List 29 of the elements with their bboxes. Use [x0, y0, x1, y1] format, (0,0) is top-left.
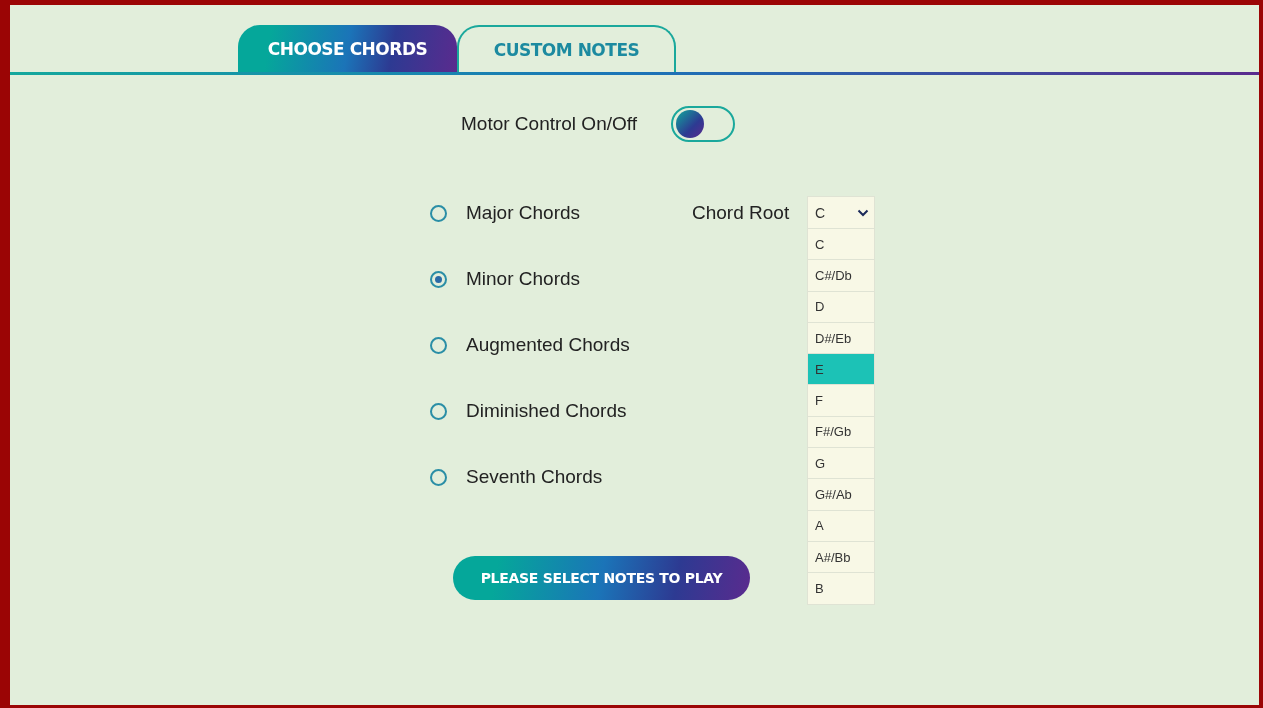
chord-root-select[interactable]: C	[807, 196, 875, 229]
dropdown-option[interactable]: D#/Eb	[807, 322, 875, 355]
radio-label: Diminished Chords	[466, 400, 627, 422]
dropdown-option[interactable]: C	[807, 229, 875, 261]
chord-root-label: Chord Root	[692, 202, 791, 224]
dropdown-option[interactable]: C#/Db	[807, 260, 875, 292]
radio-button[interactable]	[430, 468, 447, 486]
chevron-down-icon	[857, 208, 869, 217]
dropdown-option[interactable]: D	[807, 291, 875, 323]
dropdown-option[interactable]: F	[807, 385, 875, 417]
radio-label: Minor Chords	[466, 268, 581, 290]
radio-label: Major Chords	[466, 202, 581, 224]
toggle-switch[interactable]	[671, 106, 735, 142]
radio-label: Augmented Chords	[466, 334, 630, 356]
radio-button[interactable]	[430, 270, 447, 288]
radio-button[interactable]	[430, 204, 447, 222]
radio-button[interactable]	[430, 336, 447, 354]
motor-control-label: Motor Control On/Off	[461, 113, 637, 135]
dropdown-option[interactable]: G#/Ab	[807, 479, 875, 511]
dropdown-option[interactable]: G	[807, 448, 875, 480]
dropdown-option[interactable]: A#/Bb	[807, 541, 875, 574]
dropdown-option[interactable]: E	[807, 354, 875, 386]
dropdown-option[interactable]: F#/Gb	[807, 416, 875, 449]
dropdown-option[interactable]: A	[807, 510, 875, 542]
dropdown-option[interactable]: B	[807, 573, 875, 605]
play-button[interactable]: PLEASE SELECT NOTES TO PLAY	[453, 556, 750, 600]
radio-label: Seventh Chords	[466, 466, 603, 488]
radio-button[interactable]	[430, 402, 447, 420]
tab[interactable]: CHOOSE CHORDS	[238, 25, 457, 72]
